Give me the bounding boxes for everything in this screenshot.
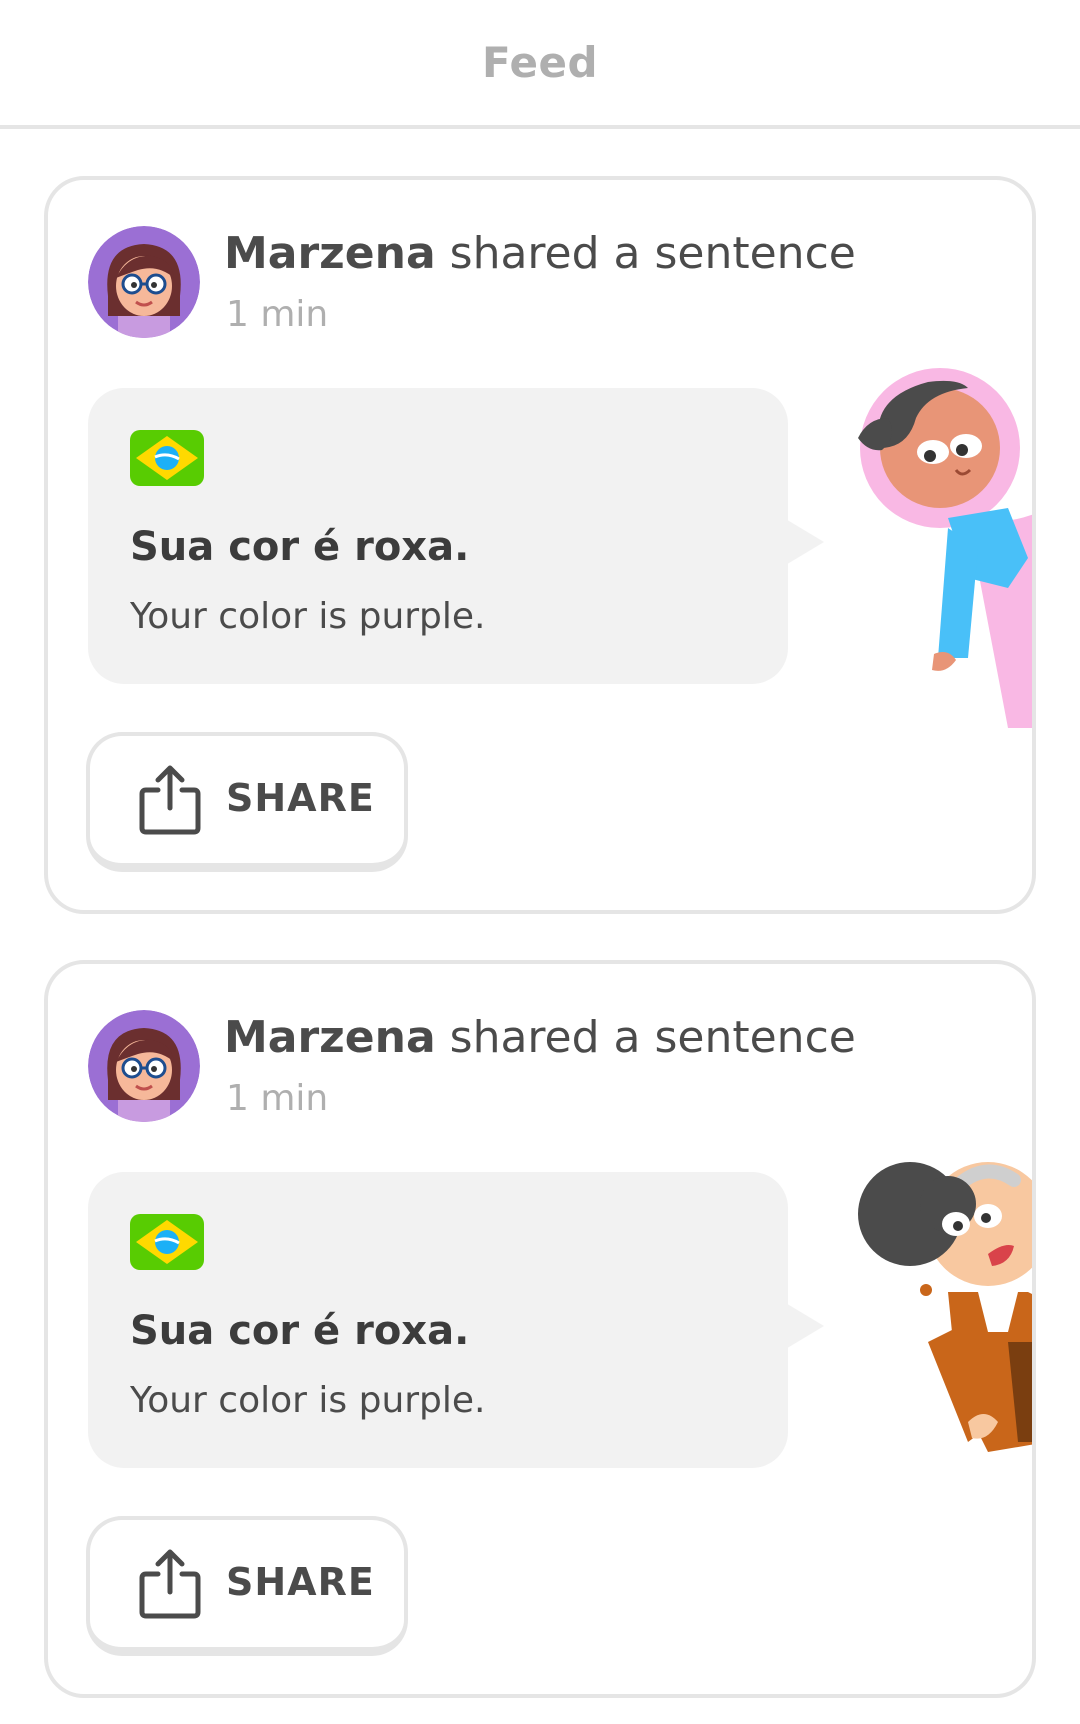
feed-card: Marzena shared a sentence 1 min Sua cor … — [44, 176, 1036, 914]
brazil-flag-icon — [130, 430, 204, 486]
share-icon — [139, 765, 201, 835]
share-button[interactable]: SHARE — [86, 1516, 408, 1656]
share-button[interactable]: SHARE — [86, 732, 408, 872]
feed-card: Marzena shared a sentence 1 min Sua cor … — [44, 960, 1036, 1698]
grandma-character-illustration — [838, 1142, 1032, 1512]
post-time: 1 min — [226, 1078, 329, 1119]
avatar[interactable] — [88, 1010, 200, 1122]
page-title: Feed — [481, 38, 599, 87]
post-title: Marzena shared a sentence — [224, 1012, 856, 1063]
sentence-text: Sua cor é roxa. — [130, 1308, 470, 1354]
post-action: shared a sentence — [435, 228, 856, 279]
sentence-bubble: Sua cor é roxa. Your color is purple. — [88, 1172, 788, 1468]
share-icon — [139, 1549, 201, 1619]
translation-text: Your color is purple. — [130, 1380, 486, 1421]
share-label: SHARE — [226, 1560, 375, 1604]
avatar[interactable] — [88, 226, 200, 338]
post-time: 1 min — [226, 294, 329, 335]
brazil-flag-icon — [130, 1214, 204, 1270]
bubble-tail — [784, 518, 824, 566]
post-title: Marzena shared a sentence — [224, 228, 856, 279]
sentence-text: Sua cor é roxa. — [130, 524, 470, 570]
post-action: shared a sentence — [435, 1012, 856, 1063]
feed-header: Feed — [0, 0, 1080, 129]
user-name[interactable]: Marzena — [224, 1012, 436, 1063]
sentence-bubble: Sua cor é roxa. Your color is purple. — [88, 388, 788, 684]
girl-character-illustration — [838, 358, 1032, 728]
bubble-tail — [784, 1302, 824, 1350]
user-name[interactable]: Marzena — [224, 228, 436, 279]
share-label: SHARE — [226, 776, 375, 820]
translation-text: Your color is purple. — [130, 596, 486, 637]
